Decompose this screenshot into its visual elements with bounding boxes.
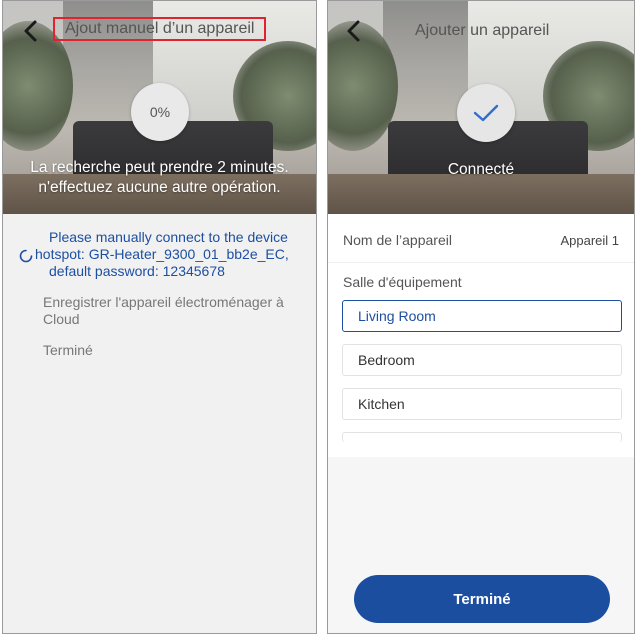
page-title: Ajouter un appareil [415,22,550,39]
step-text: Please manually connect to the device [49,229,288,245]
device-name-value: Appareil 1 [560,233,619,248]
room-option-label: Living Room [358,308,436,324]
device-name-row[interactable]: Nom de l’appareil Appareil 1 [328,214,634,263]
floor-decor [328,174,634,214]
right-phone-screen: Ajouter un appareil Connecté Nom de l’ap… [327,0,635,634]
progress-percent: 0% [149,104,171,120]
page-title: Ajout manuel d’un appareil [53,17,267,41]
step-text: Terminé [43,342,93,358]
step-connect-hotspot: default password: 12345678 [49,263,225,280]
step-connect-hotspot: Please manually connect to the device [49,229,288,246]
room-option-label: Bedroom [358,352,415,368]
step-text: Cloud [43,311,80,327]
steps-list: Please manually connect to the device ho… [3,214,316,633]
step-register-cloud: Enregistrer l'appareil électroménager à … [43,294,284,328]
room-option-partial[interactable] [342,432,622,442]
hero-message-line2: n'effectuez aucune autre opération. [38,179,281,196]
hero-background: Ajouter un appareil Connecté [328,1,634,214]
room-section: Salle d'équipement Living Room Bedroom K… [328,263,634,457]
device-name-label: Nom de l’appareil [343,232,452,248]
done-button[interactable]: Terminé [354,575,610,623]
room-option-living-room[interactable]: Living Room [342,300,622,332]
hero-background: Ajout manuel d’un appareil 0% La recherc… [3,1,316,214]
back-arrow-icon[interactable] [344,17,364,45]
hero-message-line1: La recherche peut prendre 2 minutes. [30,159,289,176]
progress-indicator: 0% [131,83,189,141]
step-finished: Terminé [43,342,93,359]
step-text: hotspot: GR-Heater_9300_01_bb2e_EC, [35,246,289,262]
title-highlight-box: Ajout manuel d’un appareil [53,17,267,41]
step-connect-hotspot: hotspot: GR-Heater_9300_01_bb2e_EC, [35,246,289,263]
connected-status: Connecté [447,161,515,178]
step-text: Enregistrer l'appareil électroménager à [43,294,284,310]
title-text: Ajout manuel d’un appareil [65,20,255,37]
step-text: default password: 12345678 [49,263,225,279]
room-option-label: Kitchen [358,396,405,412]
room-option-bedroom[interactable]: Bedroom [342,344,622,376]
left-phone-screen: Ajout manuel d’un appareil 0% La recherc… [2,0,317,634]
loading-spinner-icon [19,249,33,263]
room-section-label: Salle d'équipement [343,274,462,290]
success-indicator [457,84,515,142]
checkmark-icon [473,104,499,122]
room-option-kitchen[interactable]: Kitchen [342,388,622,420]
back-arrow-icon[interactable] [21,17,41,45]
